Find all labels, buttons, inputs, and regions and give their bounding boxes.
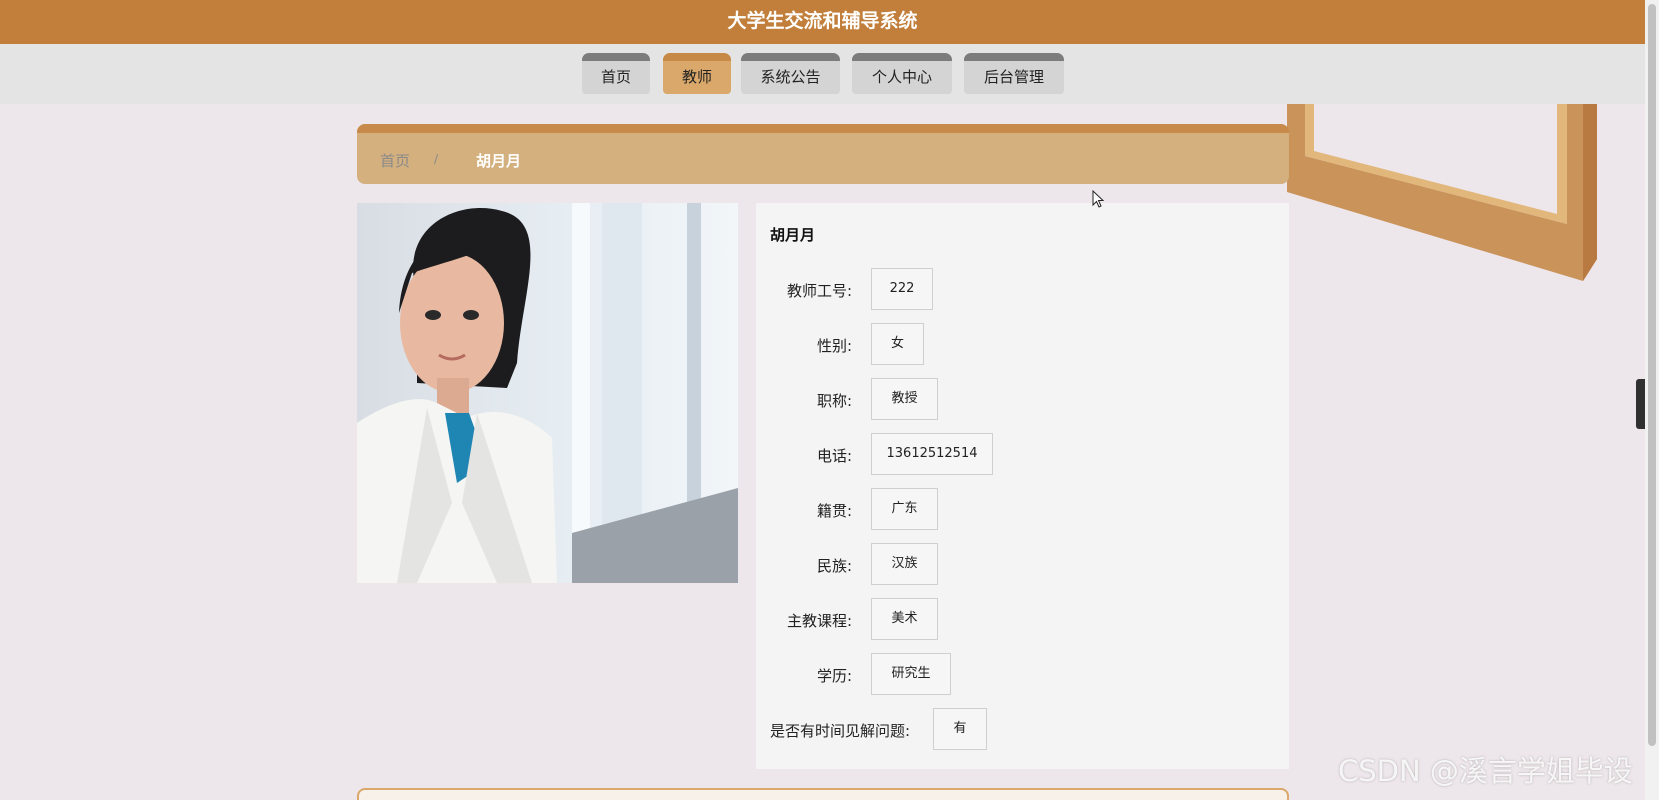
breadcrumb-separator: /	[434, 152, 439, 166]
field-value-phone: 13612512514	[871, 433, 993, 475]
field-value-title: 教授	[871, 378, 938, 420]
app-header: 大学生交流和辅导系统	[0, 0, 1645, 44]
nav-item-home[interactable]: 首页	[582, 53, 650, 94]
field-label-phone: 电话:	[816, 447, 852, 465]
field-label-course: 主教课程:	[786, 612, 852, 630]
teacher-info-panel: 胡月月 教师工号: 222 性别: 女 职称: 教授 电话: 136125125…	[756, 203, 1289, 769]
nav-item-admin[interactable]: 后台管理	[964, 53, 1064, 94]
watermark: CSDN @溪言学姐毕设	[1338, 754, 1633, 788]
teacher-photo	[357, 203, 738, 583]
field-value-teacher-id: 222	[871, 268, 933, 310]
scrollbar-thumb[interactable]	[1648, 4, 1656, 746]
field-value-availability: 有	[933, 708, 987, 750]
mouse-cursor-icon	[1092, 190, 1104, 208]
field-label-hometown: 籍贯:	[816, 502, 852, 520]
teacher-name: 胡月月	[770, 226, 816, 244]
field-value-ethnicity: 汉族	[871, 543, 938, 585]
teacher-portrait-image	[357, 203, 738, 583]
field-value-education: 研究生	[871, 653, 951, 695]
breadcrumb-current: 胡月月	[476, 152, 522, 170]
field-label-teacher-id: 教师工号:	[786, 282, 852, 300]
nav-item-announcements[interactable]: 系统公告	[741, 53, 840, 94]
page-scrollbar[interactable]	[1645, 0, 1659, 800]
field-value-gender: 女	[871, 323, 924, 365]
main-nav: 首页 教师 系统公告 个人中心 后台管理	[0, 44, 1645, 104]
field-value-course: 美术	[871, 598, 938, 640]
field-label-ethnicity: 民族:	[816, 557, 852, 575]
next-section-box	[357, 788, 1289, 800]
nav-item-personal-center[interactable]: 个人中心	[852, 53, 952, 94]
breadcrumb: 首页 / 胡月月	[357, 124, 1289, 184]
field-label-gender: 性别:	[816, 337, 852, 355]
app-title: 大学生交流和辅导系统	[727, 10, 918, 32]
field-label-title: 职称:	[816, 392, 852, 410]
field-value-hometown: 广东	[871, 488, 938, 530]
decorative-frame	[1287, 104, 1597, 281]
breadcrumb-home-link[interactable]: 首页	[380, 150, 410, 171]
nav-item-teacher[interactable]: 教师	[663, 53, 731, 94]
field-label-availability: 是否有时间见解问题:	[770, 722, 911, 740]
field-label-education: 学历:	[816, 667, 852, 685]
